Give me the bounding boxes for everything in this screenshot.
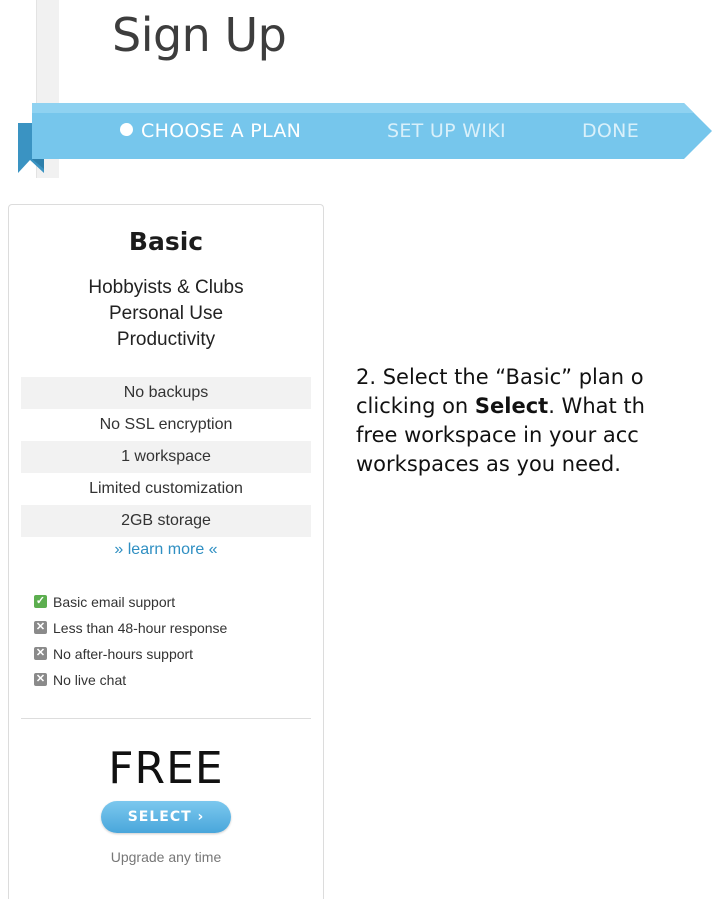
card-divider bbox=[21, 718, 311, 719]
instructions-line: 2. Select the “Basic” plan o bbox=[356, 365, 644, 389]
check-icon: ✓ bbox=[34, 595, 47, 608]
cross-icon: ✕ bbox=[34, 621, 47, 634]
instructions-line: free workspace in your acc bbox=[356, 423, 639, 447]
support-label: Basic email support bbox=[53, 594, 176, 610]
page-title: Sign Up bbox=[112, 8, 287, 62]
feature-row: Limited customization bbox=[89, 480, 243, 497]
plan-tagline: Productivity bbox=[116, 329, 216, 350]
instructions-text-segment: . What th bbox=[548, 394, 645, 418]
support-label: Less than 48-hour response bbox=[53, 620, 228, 636]
plan-price: FREE bbox=[108, 743, 224, 794]
support-label: No after-hours support bbox=[53, 646, 194, 662]
feature-row: 1 workspace bbox=[21, 441, 311, 473]
step-set-up-wiki: SET UP WIKI bbox=[387, 120, 506, 142]
cross-icon: ✕ bbox=[34, 673, 47, 686]
step-choose-label: CHOOSE A PLAN bbox=[141, 120, 302, 142]
instructions-line: clicking on Select. What th bbox=[356, 392, 712, 421]
instructions-line: workspaces as you need. bbox=[356, 452, 621, 476]
feature-row: No SSL encryption bbox=[99, 416, 233, 433]
feature-row: 2GB storage bbox=[21, 505, 311, 537]
support-label: No live chat bbox=[53, 672, 127, 688]
plan-name: Basic bbox=[128, 227, 204, 256]
support-item: ✕ No after-hours support bbox=[34, 643, 194, 665]
support-item: ✕ No live chat bbox=[34, 669, 127, 691]
support-item: ✓ Basic email support bbox=[34, 591, 176, 613]
basic-plan-card: Basic Hobbyists & Clubs Personal Use Pro… bbox=[8, 204, 324, 899]
plan-tagline: Hobbyists & Clubs bbox=[88, 277, 244, 298]
step-choose-plan: CHOOSE A PLAN bbox=[120, 103, 301, 159]
support-item: ✕ Less than 48-hour response bbox=[34, 617, 228, 639]
plan-tagline: Personal Use bbox=[108, 303, 224, 324]
instructions-text: 2. Select the “Basic” plan o clicking on… bbox=[356, 363, 712, 479]
feature-row: No backups bbox=[21, 377, 311, 409]
step-done: DONE bbox=[582, 120, 640, 142]
learn-more-link[interactable]: » learn more « bbox=[9, 541, 323, 559]
select-plan-button[interactable]: SELECT › bbox=[101, 801, 231, 833]
upgrade-note: Upgrade any time bbox=[110, 849, 222, 865]
instructions-text-segment: clicking on bbox=[356, 394, 475, 418]
cross-icon: ✕ bbox=[34, 647, 47, 660]
instructions-bold-select: Select bbox=[474, 394, 549, 418]
current-step-indicator-icon bbox=[120, 123, 133, 136]
